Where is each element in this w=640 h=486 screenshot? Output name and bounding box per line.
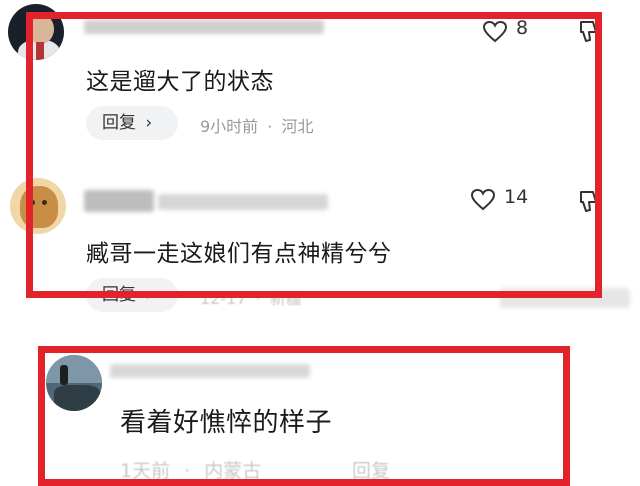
highlight-box bbox=[26, 12, 602, 298]
highlight-box bbox=[38, 346, 570, 486]
